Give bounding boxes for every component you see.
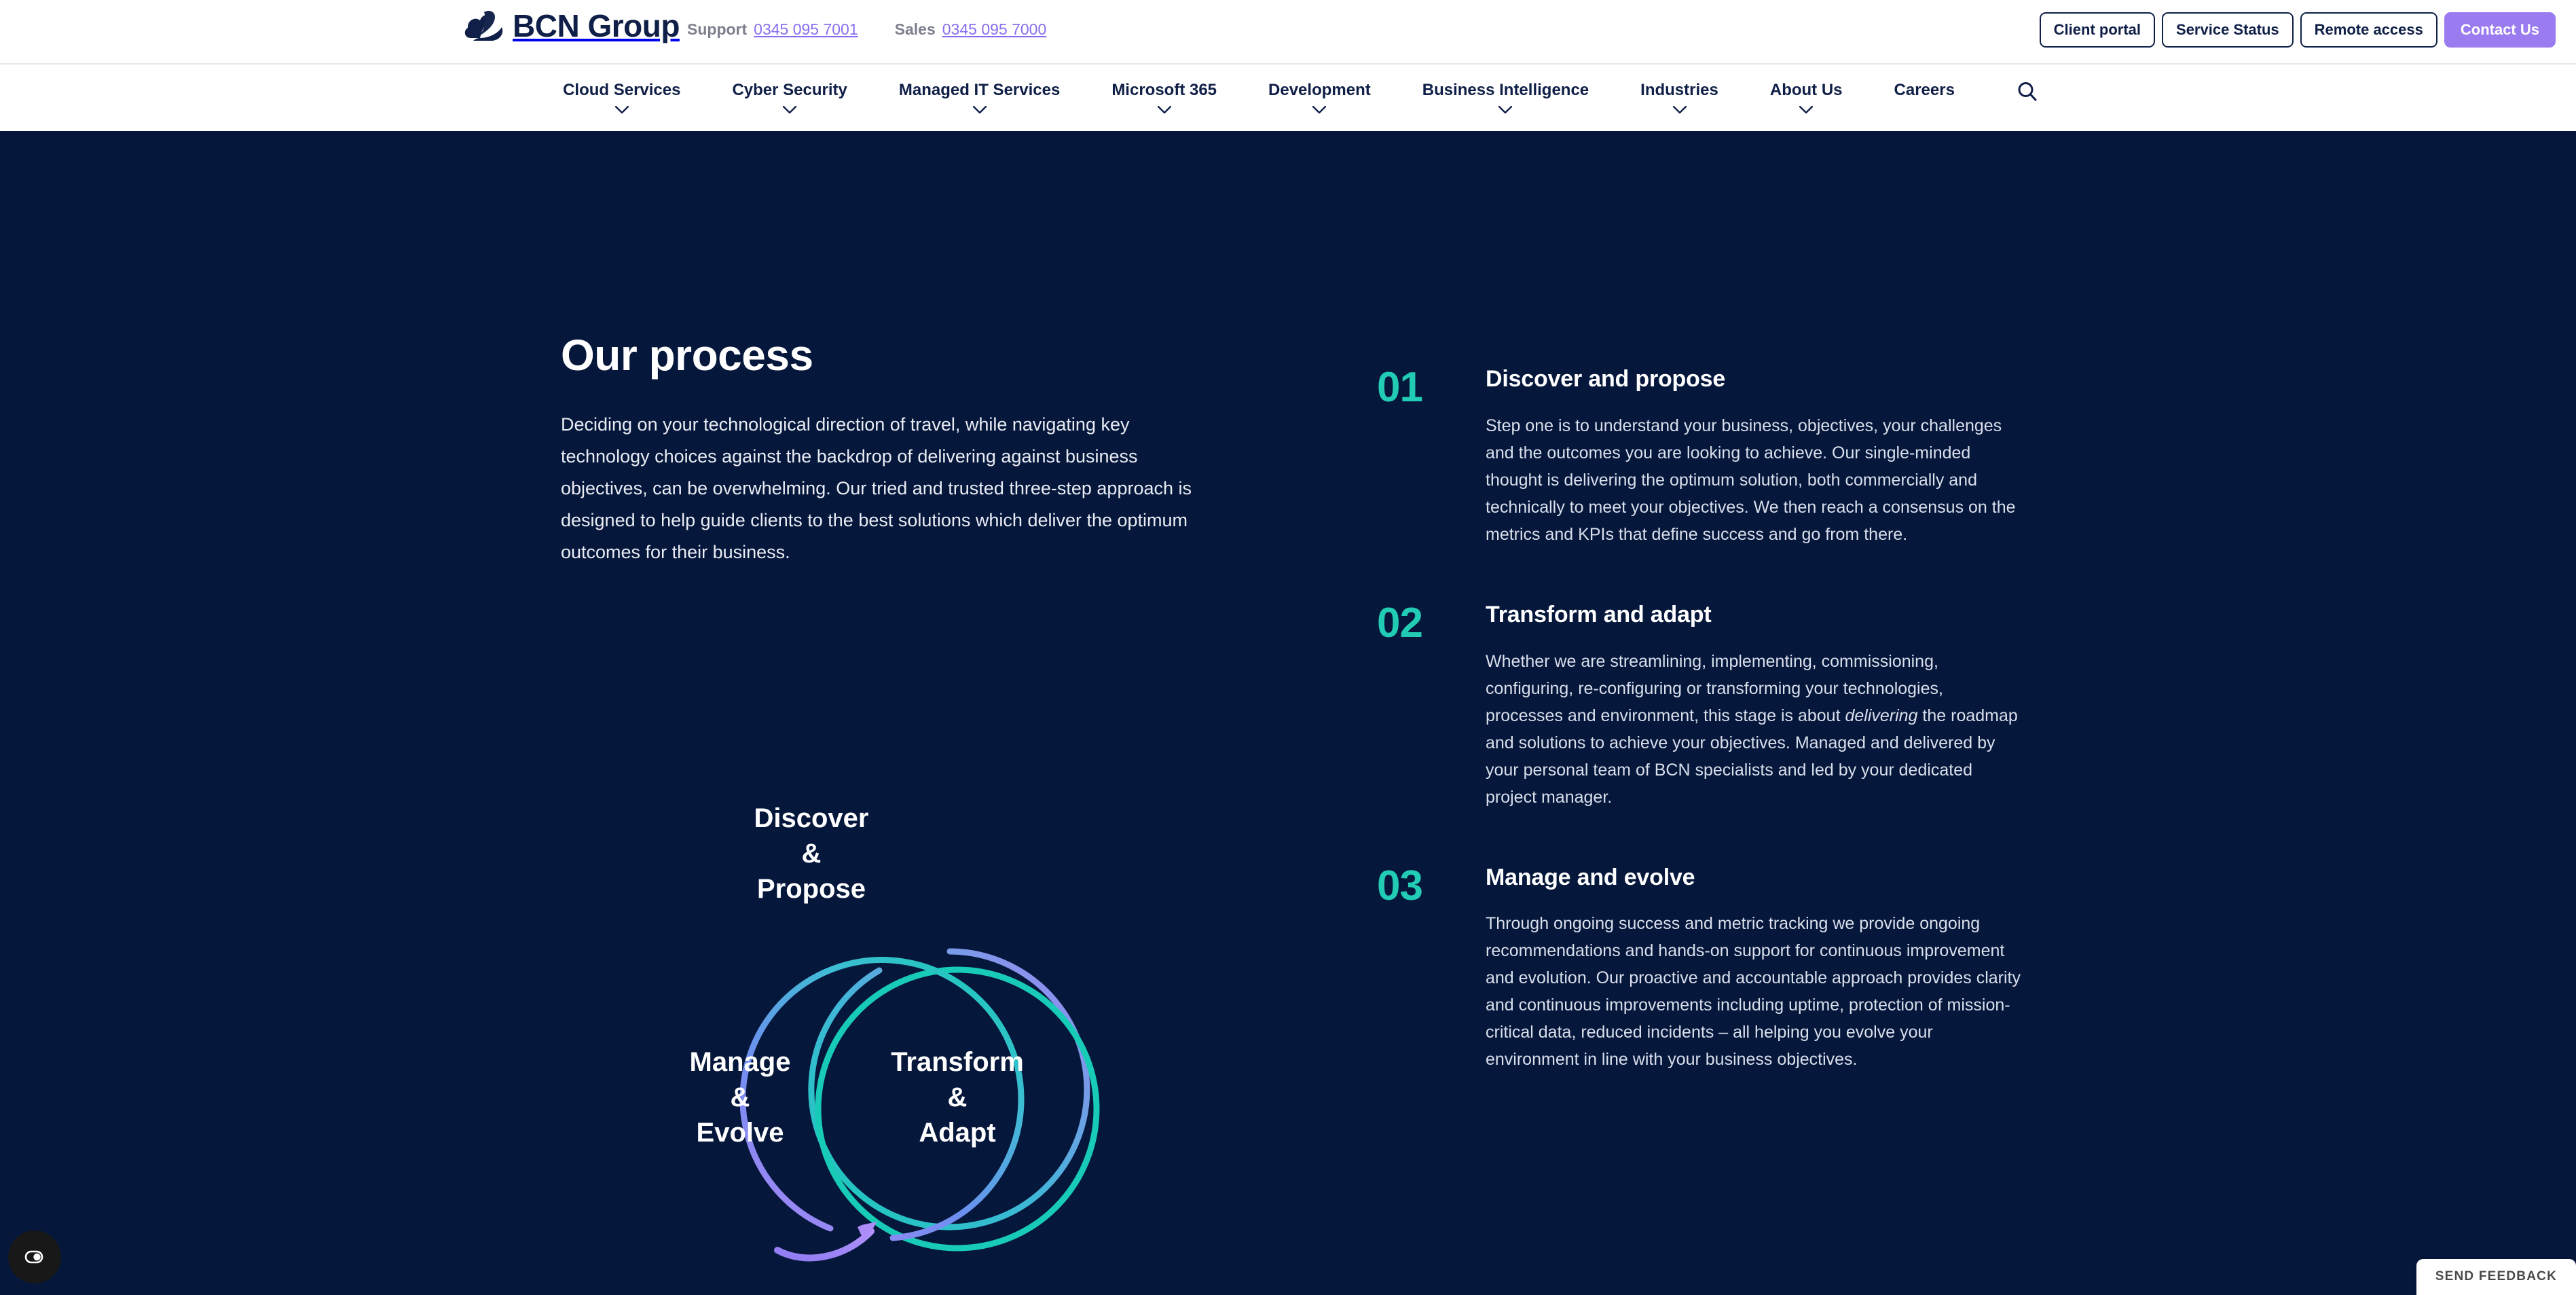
page-title: Our process xyxy=(561,331,813,380)
chevron-down-icon xyxy=(1157,106,1171,113)
step-number: 03 xyxy=(1377,862,1423,909)
send-feedback-tab[interactable]: SEND FEEDBACK xyxy=(2416,1259,2576,1295)
step-number: 02 xyxy=(1377,599,1423,646)
process-steps-list: 01 Discover and propose Step one is to u… xyxy=(1377,364,2021,1126)
three-circle-diagram-svg xyxy=(739,948,1100,1262)
sales-phone-link[interactable]: 0345 095 7000 xyxy=(942,20,1047,39)
sales-label: Sales xyxy=(894,20,936,38)
nav-label: Business Intelligence xyxy=(1422,81,1589,99)
nav-item-microsoft-365[interactable]: Microsoft 365 xyxy=(1111,82,1217,113)
nav-label: Development xyxy=(1268,81,1371,99)
nav-item-managed-it-services[interactable]: Managed IT Services xyxy=(899,82,1060,113)
service-status-button[interactable]: Service Status xyxy=(2162,12,2294,48)
our-process-section: Our process Deciding on your technologic… xyxy=(0,131,2576,1295)
support-phone-link[interactable]: 0345 095 7001 xyxy=(754,20,858,39)
chevron-down-icon xyxy=(1498,106,1513,113)
site-logo[interactable]: BCN Group xyxy=(464,8,680,43)
nav-item-development[interactable]: Development xyxy=(1268,82,1371,113)
nav-label: Careers xyxy=(1894,81,1955,99)
search-button[interactable] xyxy=(2016,80,2039,107)
search-icon xyxy=(2018,82,2037,101)
chevron-down-icon xyxy=(783,106,797,113)
step-description: Through ongoing success and metric track… xyxy=(1486,914,2021,1070)
cloud-logo-icon xyxy=(464,11,503,41)
process-step: 01 Discover and propose Step one is to u… xyxy=(1377,364,2016,548)
step-number: 01 xyxy=(1377,364,1423,411)
curved-arrow-shaft xyxy=(774,1228,875,1262)
client-portal-button[interactable]: Client portal xyxy=(2039,12,2156,48)
nav-item-cloud-services[interactable]: Cloud Services xyxy=(563,82,680,113)
chevron-down-icon xyxy=(1799,106,1814,113)
nav-label: Managed IT Services xyxy=(898,81,1061,99)
nav-label: About Us xyxy=(1769,81,1843,99)
accessibility-toggle-icon xyxy=(24,1250,43,1264)
section-intro-text: Deciding on your technological direction… xyxy=(561,414,1192,563)
nav-item-industries[interactable]: Industries xyxy=(1640,82,1718,113)
remote-access-button[interactable]: Remote access xyxy=(2300,12,2437,48)
step-description: Step one is to understand your business,… xyxy=(1486,416,2016,544)
logo-text: BCN Group xyxy=(513,8,680,43)
contact-numbers: Support 0345 095 7001 Sales 0345 095 700… xyxy=(687,20,1046,39)
step-description: Whether we are streamlining, implementin… xyxy=(1486,648,2022,811)
circle-label-transform-adapt: Transform & Adapt xyxy=(891,1047,1024,1148)
process-step: 02 Transform and adapt Whether we are st… xyxy=(1377,599,2018,811)
step-title: Discover and propose xyxy=(1486,366,1726,392)
nav-label: Cloud Services xyxy=(563,81,681,99)
main-navigation: Cloud Services Cyber Security Managed IT… xyxy=(0,65,2576,131)
chevron-down-icon xyxy=(1672,106,1687,113)
step-text-emphasis: delivering xyxy=(1845,706,1918,725)
nav-item-about-us[interactable]: About Us xyxy=(1770,82,1843,113)
accessibility-widget-button[interactable] xyxy=(8,1230,61,1283)
process-step: 03 Manage and evolve Through ongoing suc… xyxy=(1377,862,2021,1074)
process-diagram: Discover & Propose Manage & Evolve Trans… xyxy=(574,695,1185,1265)
chevron-down-icon xyxy=(1312,106,1327,113)
nav-label: Industries xyxy=(1640,81,1718,99)
support-label: Support xyxy=(687,20,748,38)
circle-label-discover-propose: Discover & Propose xyxy=(754,803,869,904)
section-intro: Our process Deciding on your technologic… xyxy=(561,331,1199,568)
chevron-down-icon xyxy=(972,106,987,113)
nav-label: Cyber Security xyxy=(732,81,847,99)
step-title: Transform and adapt xyxy=(1486,601,1712,627)
nav-item-careers[interactable]: Careers xyxy=(1894,82,1955,98)
nav-label: Microsoft 365 xyxy=(1111,81,1217,99)
step-title: Manage and evolve xyxy=(1486,864,1695,890)
nav-item-cyber-security[interactable]: Cyber Security xyxy=(732,82,847,113)
nav-item-business-intelligence[interactable]: Business Intelligence xyxy=(1422,82,1589,113)
contact-us-button[interactable]: Contact Us xyxy=(2444,12,2556,48)
utility-buttons: Client portal Service Status Remote acce… xyxy=(2039,12,2556,48)
utility-bar: BCN Group Support 0345 095 7001 Sales 03… xyxy=(0,0,2576,65)
chevron-down-icon xyxy=(614,106,629,113)
